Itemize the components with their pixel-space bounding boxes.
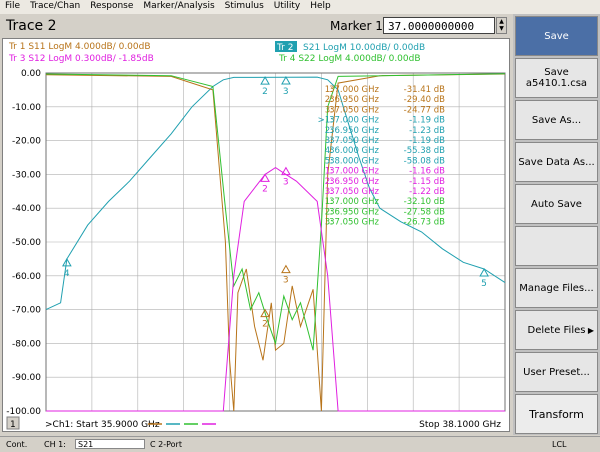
marker-table-freq: 37.000 GHz — [329, 85, 379, 95]
spin-down-icon[interactable]: ▼ — [497, 25, 506, 32]
s21-marker-3 — [281, 76, 291, 85]
y-tick-label: 0.00 — [21, 69, 41, 79]
marker-table-value: -31.41 dB — [404, 85, 445, 95]
status-parameter[interactable]: S21 — [75, 439, 145, 449]
marker-table-value: -26.73 dB — [404, 218, 445, 228]
trace-label-s11: Tr 1 S11 LogM 4.000dB/ 0.00dB — [8, 42, 151, 52]
trace-label-s12: Tr 3 S12 LogM 0.300dB/ -1.85dB — [8, 54, 154, 64]
marker-table-value: -1.15 dB — [409, 177, 445, 187]
marker-table-freq: 37.000 GHz — [329, 116, 379, 126]
menu-item-file[interactable]: File — [0, 0, 25, 11]
y-tick-label: -10.00 — [12, 103, 41, 113]
s21-marker-2 — [260, 76, 270, 85]
softkey-delete-files[interactable]: Delete Files ▶ — [515, 310, 598, 350]
y-tick-label: -30.00 — [12, 170, 41, 180]
y-tick-label: -90.00 — [12, 373, 41, 383]
softkey-user-preset[interactable]: User Preset... — [515, 352, 598, 392]
status-port: C 2-Port — [150, 440, 182, 449]
marker-table-freq: 38.000 GHz — [329, 156, 379, 166]
marker-table-freq: 36.950 GHz — [329, 207, 379, 217]
s11-marker-3 — [281, 264, 291, 274]
marker-table-freq: 37.050 GHz — [329, 105, 379, 115]
y-tick-label: -20.00 — [12, 137, 41, 147]
s12-marker-3 — [281, 166, 291, 176]
marker-table-value: -1.19 dB — [409, 136, 445, 146]
marker-table-value: -24.77 dB — [404, 105, 445, 115]
marker-spinner[interactable]: ▲ ▼ — [496, 17, 507, 34]
trace-label-s22: Tr 4 S22 LogM 4.000dB/ 0.00dB — [278, 54, 421, 64]
channel-badge-text: 1 — [10, 420, 16, 430]
softkey-manage-files[interactable]: Manage Files... — [515, 268, 598, 308]
marker-table-value: -1.22 dB — [409, 187, 445, 197]
marker-table-freq: 37.050 GHz — [329, 187, 379, 197]
marker-table-value: -58.08 dB — [404, 156, 445, 166]
marker-table-value: -55.38 dB — [404, 146, 445, 156]
s12-marker-2-label: 2 — [262, 184, 268, 194]
softkey-save-data-as[interactable]: Save Data As... — [515, 142, 598, 182]
marker-table-freq: 36.950 GHz — [329, 95, 379, 105]
marker-table-freq: 37.050 GHz — [329, 136, 379, 146]
y-tick-label: -80.00 — [12, 339, 41, 349]
menu-item-help[interactable]: Help — [305, 0, 336, 11]
status-channel: CH 1: — [44, 440, 66, 449]
s11-marker-2-label: 2 — [262, 320, 268, 330]
plot-area[interactable]: 0.00 -10.00 -20.00 -30.00 -40.00 -50.00 -60.00… — [2, 38, 510, 432]
marker-table-value: -1.23 dB — [409, 126, 445, 136]
title-bar: Trace 2 Marker 1 37.0000000000 GHz ▲ ▼ — [0, 14, 512, 50]
marker-table-freq: 36.950 GHz — [329, 126, 379, 136]
marker-frequency-input[interactable]: 37.0000000000 GHz — [383, 17, 495, 50]
trace-title: Trace 2 — [6, 18, 57, 34]
s21-marker-4-label: 4 — [64, 269, 70, 279]
marker-table-value: -32.10 dB — [404, 197, 445, 207]
softkey-save[interactable]: Save a5410.1.csa — [515, 58, 598, 98]
y-tick-label: -100.00 — [6, 407, 41, 417]
status-bar: Cont. CH 1: S21 C 2-Port LCL — [0, 436, 600, 452]
s21-marker-2-label: 2 — [262, 87, 268, 97]
spin-up-icon[interactable]: ▲ — [497, 18, 506, 25]
softkey-auto-save[interactable]: Auto Save — [515, 184, 598, 224]
marker-table-value: -1.19 dB — [409, 116, 445, 126]
softkey-save-as[interactable]: Save As... — [515, 100, 598, 140]
softkey-panel: Save Save a5410.1.csa Save As... Save Data … — [513, 14, 600, 435]
marker-table-freq: 37.050 GHz — [329, 218, 379, 228]
s21-marker-5 — [479, 268, 489, 277]
marker-table-value: -29.40 dB — [404, 95, 445, 105]
measurement-chart[interactable]: 0.00 -10.00 -20.00 -30.00 -40.00 -50.00 -60.00… — [3, 39, 509, 431]
s12-marker-3-label: 3 — [283, 178, 289, 188]
y-tick-label: -70.00 — [12, 306, 41, 316]
trace-label-s21: S21 LogM 10.00dB/ 0.00dB — [303, 43, 425, 53]
start-frequency: >Ch1: Start 35.9000 GHz — [45, 420, 160, 430]
marker-table-freq: 36.000 GHz — [329, 146, 379, 156]
status-lcl: LCL — [552, 440, 567, 449]
menu-bar: File Trace/Chan Response Marker/Analysis Sti… — [0, 0, 600, 14]
y-tick-label: -40.00 — [12, 204, 41, 214]
marker-table-value: -27.58 dB — [404, 207, 445, 217]
menu-item-trace-chan[interactable]: Trace/Chan — [25, 0, 85, 11]
marker-label: Marker 1 — [330, 19, 383, 33]
trace-label-tr2: Tr 2 — [276, 43, 293, 53]
chevron-right-icon: ▶ — [587, 325, 594, 335]
status-cont: Cont. — [6, 440, 28, 449]
menu-item-utility[interactable]: Utility — [269, 0, 305, 11]
menu-item-marker-analysis[interactable]: Marker/Analysis — [138, 0, 219, 11]
y-tick-label: -50.00 — [12, 238, 41, 248]
marker-table-freq: 37.000 GHz — [329, 167, 379, 177]
marker-table-value: -1.16 dB — [409, 167, 445, 177]
s21-marker-3-label: 3 — [283, 87, 289, 97]
s11-marker-3-label: 3 — [283, 276, 289, 286]
softkey-blank[interactable] — [515, 226, 598, 266]
s21-marker-5-label: 5 — [481, 279, 487, 289]
y-tick-label: -60.00 — [12, 272, 41, 282]
stop-frequency: Stop 38.1000 GHz — [419, 420, 501, 430]
softkey-save[interactable]: Save — [515, 16, 598, 56]
softkey-transform[interactable]: Transform — [515, 394, 598, 434]
menu-item-response[interactable]: Response — [85, 0, 138, 11]
marker-table-freq: 36.950 GHz — [329, 177, 379, 187]
marker-table-freq: 37.000 GHz — [329, 197, 379, 207]
menu-item-stimulus[interactable]: Stimulus — [220, 0, 269, 11]
